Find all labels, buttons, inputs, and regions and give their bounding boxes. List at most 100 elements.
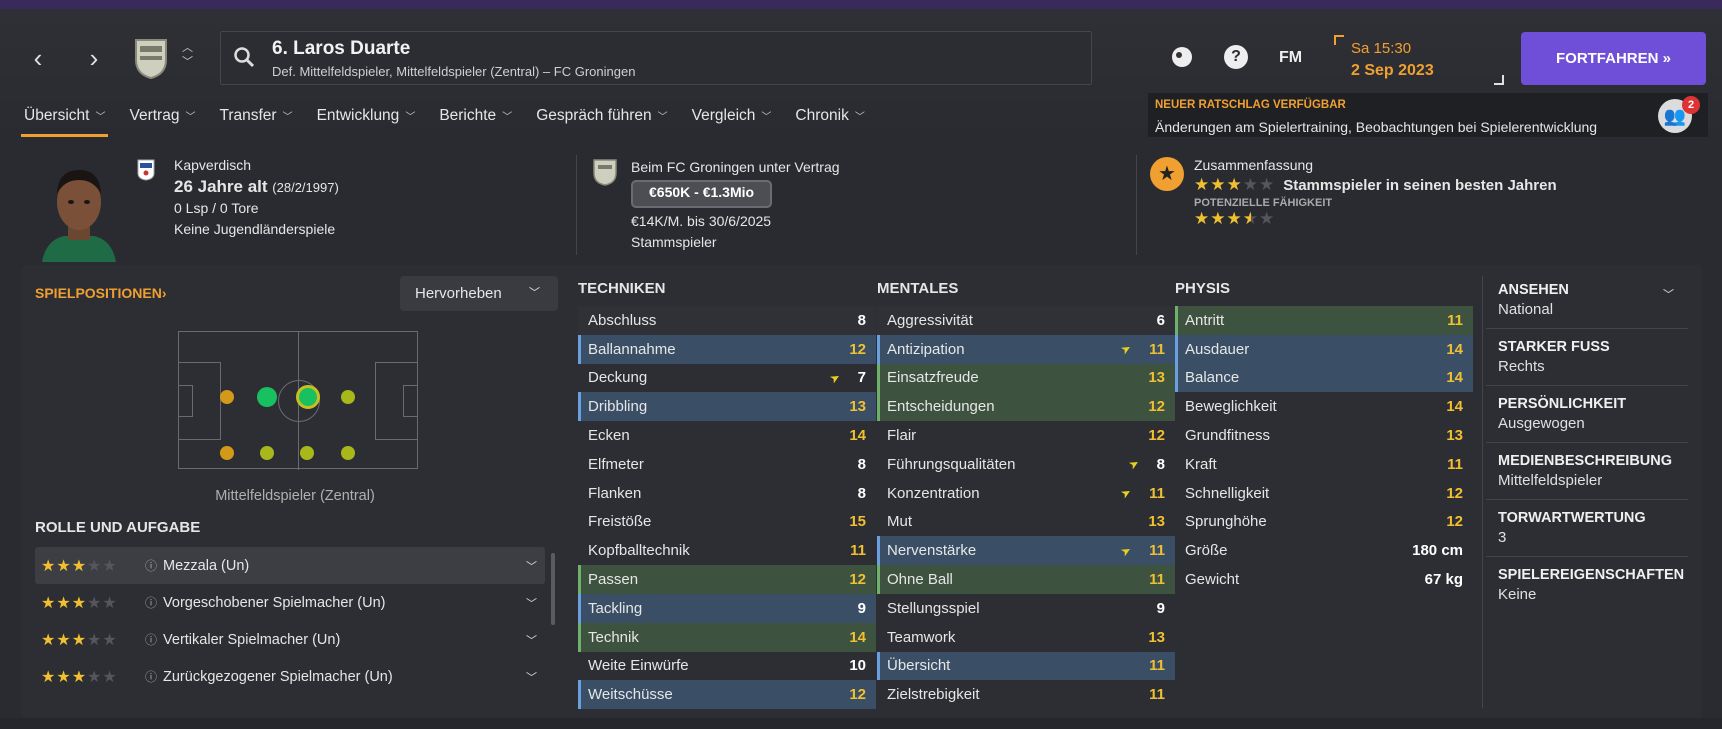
- attribute-value: 15: [849, 513, 866, 531]
- side-info-key: PERSÖNLICHKEIT: [1498, 396, 1627, 412]
- highlight-dropdown[interactable]: Hervorheben ﹀: [400, 276, 558, 311]
- attribute-row[interactable]: Flanken 8: [578, 479, 876, 508]
- position-dot-dl[interactable]: [220, 446, 234, 460]
- player-title-box[interactable]: 6. Laros Duarte Def. Mittelfeldspieler, …: [220, 31, 1092, 85]
- attribute-row[interactable]: Weitschüsse 12: [578, 680, 876, 710]
- attribute-row[interactable]: Deckung ➤ 7: [578, 364, 876, 393]
- info-icon[interactable]: ⓘ: [145, 668, 157, 685]
- attribute-row[interactable]: Dribbling 13: [578, 392, 876, 422]
- tab-6[interactable]: Vergleich ﹀: [692, 107, 772, 137]
- chevron-down-icon[interactable]: ﹀: [526, 558, 537, 574]
- attribute-row[interactable]: Flair 12: [877, 421, 1175, 450]
- chevron-down-icon: ﹀: [761, 112, 772, 123]
- attribute-row[interactable]: Ecken 14: [578, 421, 876, 450]
- globe-icon[interactable]: [1170, 45, 1194, 69]
- tab-7[interactable]: Chronik ﹀: [795, 107, 864, 137]
- tab-0[interactable]: Übersicht ﹀: [20, 107, 109, 137]
- attribute-row[interactable]: Zielstrebigkeit 11: [877, 680, 1175, 709]
- role-item[interactable]: ★★★★★ ⓘ Vertikaler Spielmacher (Un) ﹀: [35, 621, 545, 658]
- attribute-row[interactable]: Technik 14: [578, 622, 876, 652]
- chevron-down-icon[interactable]: ﹀: [526, 595, 537, 611]
- attribute-row[interactable]: Antritt 11: [1175, 306, 1473, 335]
- attribute-row[interactable]: Elfmeter 8: [578, 450, 876, 479]
- info-icon[interactable]: ⓘ: [145, 631, 157, 648]
- attribute-row[interactable]: Nervenstärke ➤ 11: [877, 536, 1175, 566]
- chevron-down-icon[interactable]: ﹀: [1663, 286, 1674, 302]
- attribute-row[interactable]: Kraft 11: [1175, 450, 1473, 479]
- attribute-row[interactable]: Freistöße 15: [578, 508, 876, 537]
- position-pitch[interactable]: [178, 331, 418, 470]
- mental-column: MENTALES Aggressivität 6 Antizipation ➤ 11 Ein…: [877, 280, 1175, 709]
- wage: €14K/M. bis 30/6/2025: [631, 213, 772, 229]
- attribute-row[interactable]: Balance 14: [1175, 363, 1473, 393]
- player-summary: Kapverdisch 26 Jahre alt (28/2/1997) 0 L…: [0, 137, 1722, 262]
- attribute-row[interactable]: Stellungsspiel 9: [877, 594, 1175, 623]
- attribute-row[interactable]: Kopfballtechnik 11: [578, 536, 876, 565]
- attribute-row[interactable]: Grundfitness 13: [1175, 421, 1473, 450]
- tab-4[interactable]: Berichte ﹀: [439, 107, 512, 137]
- date-display[interactable]: Sa 15:30 2 Sep 2023: [1334, 35, 1504, 85]
- side-info-value: Mittelfeldspieler: [1498, 472, 1603, 489]
- potential-label: POTENZIELLE FÄHIGKEIT: [1194, 197, 1333, 209]
- position-dot-amr[interactable]: [341, 446, 355, 460]
- attribute-row[interactable]: Teamwork 13: [877, 623, 1175, 652]
- position-dot-mr[interactable]: [300, 446, 314, 460]
- attribute-row[interactable]: Entscheidungen 12: [877, 392, 1175, 422]
- transfer-value[interactable]: €650K - €1.3Mio: [631, 180, 773, 208]
- role-item[interactable]: ★★★★★ ⓘ Zurückgezogener Spielmacher (Un) ﹀: [35, 658, 545, 695]
- role-scrollbar[interactable]: [551, 553, 555, 625]
- tab-5[interactable]: Gespräch führen ﹀: [536, 107, 667, 137]
- attribute-row[interactable]: Schnelligkeit 12: [1175, 479, 1473, 508]
- chevron-down-icon[interactable]: ﹀: [526, 632, 537, 648]
- attribute-row[interactable]: Antizipation ➤ 11: [877, 334, 1175, 364]
- position-dot-am[interactable]: [341, 390, 355, 404]
- attribute-value-wrap: 14: [849, 427, 866, 444]
- attribute-row[interactable]: Ausdauer 14: [1175, 334, 1473, 364]
- attribute-row[interactable]: Einsatzfreude 13: [877, 363, 1175, 393]
- position-dot-dm[interactable]: [257, 387, 277, 407]
- tab-3[interactable]: Entwicklung ﹀: [317, 107, 416, 137]
- continue-button[interactable]: FORTFAHREN »: [1521, 32, 1706, 85]
- role-item[interactable]: ★★★★★ ⓘ Mezzala (Un) ﹀: [35, 547, 545, 584]
- attribute-row[interactable]: Ohne Ball 11: [877, 565, 1175, 594]
- tab-2[interactable]: Transfer ﹀: [219, 107, 292, 137]
- attribute-row[interactable]: Weite Einwürfe 10: [578, 652, 876, 681]
- help-icon[interactable]: ?: [1224, 45, 1248, 69]
- attribute-row[interactable]: Tackling 9: [578, 593, 876, 623]
- side-info-block: MEDIENBESCHREIBUNG Mittelfeldspieler: [1486, 451, 1688, 500]
- attribute-row[interactable]: Übersicht 11: [877, 651, 1175, 681]
- tab-1[interactable]: Vertrag ﹀: [129, 107, 195, 137]
- attribute-row[interactable]: Ballannahme 12: [578, 334, 876, 364]
- search-icon[interactable]: [233, 46, 255, 68]
- attribute-row[interactable]: Sprunghöhe 12: [1175, 508, 1473, 537]
- chevron-down-icon[interactable]: ﹀: [526, 669, 537, 685]
- role-item[interactable]: ★★★★★ ⓘ Vorgeschobener Spielmacher (Un) ﹀: [35, 584, 545, 621]
- attribute-row[interactable]: Passen 12: [578, 565, 876, 594]
- attribute-row[interactable]: Mut 13: [877, 508, 1175, 537]
- player-photo[interactable]: [38, 158, 120, 262]
- info-icon[interactable]: ⓘ: [145, 557, 157, 574]
- fm-menu-icon[interactable]: FM: [1279, 49, 1302, 67]
- position-dot-dm-left[interactable]: [220, 390, 234, 404]
- back-arrow-icon[interactable]: ‹: [28, 45, 48, 71]
- attribute-row[interactable]: Konzentration ➤ 11: [877, 479, 1175, 508]
- attribute-row[interactable]: Abschluss 8: [578, 306, 876, 335]
- ability-summary: Zusammenfassung ★★★★★ Stammspieler in se…: [1194, 155, 1557, 229]
- position-dot-ml[interactable]: [260, 446, 274, 460]
- positions-heading[interactable]: SPIELPOSITIONEN›: [35, 285, 166, 301]
- forward-arrow-icon[interactable]: ›: [84, 45, 104, 71]
- attribute-row[interactable]: Aggressivität 6: [877, 306, 1175, 335]
- player-weight-row: Gewicht 67 kg: [1175, 565, 1473, 594]
- club-badge-icon[interactable]: [590, 157, 620, 187]
- player-switch-arrows[interactable]: ︿ ﹀: [182, 41, 193, 69]
- info-icon[interactable]: ⓘ: [145, 594, 157, 611]
- advice-notification[interactable]: NEUER RATSCHLAG VERFÜGBAR Änderungen am …: [1148, 93, 1708, 139]
- attribute-row[interactable]: Beweglichkeit 14: [1175, 392, 1473, 421]
- attribute-value: 11: [1149, 484, 1165, 502]
- club-crest-icon[interactable]: [128, 36, 174, 80]
- current-ability-stars: ★★★★★: [1194, 175, 1276, 194]
- side-info-key: TORWARTWERTUNG: [1498, 510, 1646, 526]
- position-dot-mc[interactable]: [296, 385, 320, 409]
- attribute-row[interactable]: Führungsqualitäten ➤ 8: [877, 450, 1175, 479]
- nation-flag-icon[interactable]: [137, 159, 155, 181]
